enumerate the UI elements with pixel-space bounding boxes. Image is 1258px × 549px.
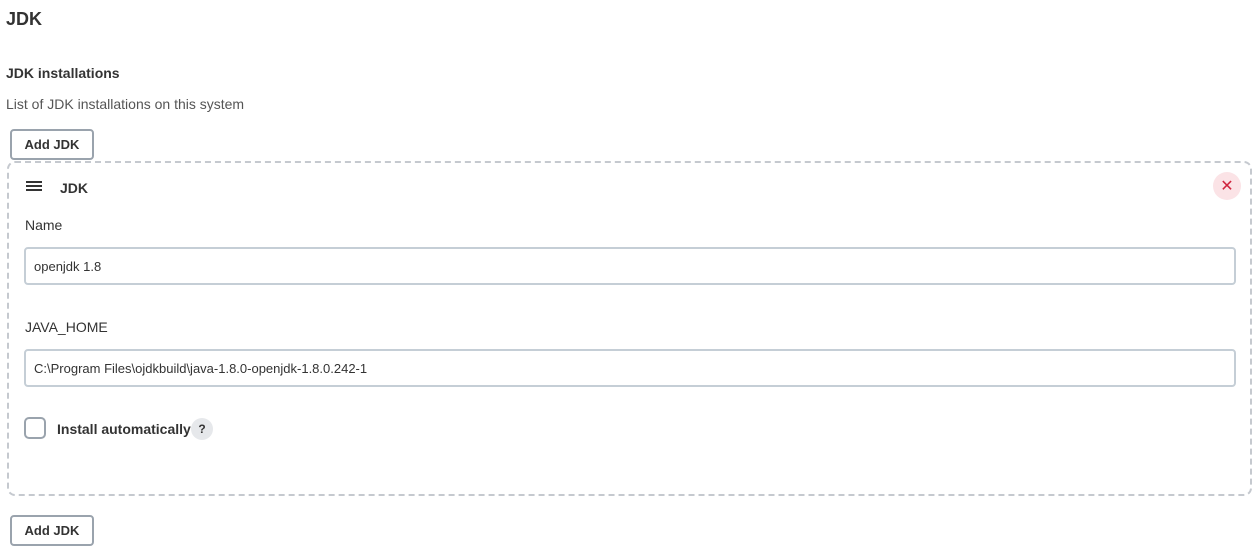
help-icon[interactable]: ? <box>191 418 213 440</box>
name-label: Name <box>25 217 63 233</box>
install-automatically-checkbox[interactable] <box>24 417 46 439</box>
delete-jdk-button[interactable]: ✕ <box>1213 172 1241 200</box>
install-automatically-label[interactable]: Install automatically <box>57 421 191 437</box>
jdk-installation-item: JDK ✕ Name JAVA_HOME Install automatical… <box>7 161 1252 496</box>
java-home-label: JAVA_HOME <box>25 319 108 335</box>
drag-handle-icon[interactable] <box>26 181 42 193</box>
name-input[interactable] <box>24 247 1236 285</box>
add-jdk-button-top[interactable]: Add JDK <box>10 129 94 160</box>
jdk-config-page: JDK JDK installations List of JDK instal… <box>0 0 1258 549</box>
jdk-item-header: JDK <box>60 180 89 196</box>
jdk-installations-description: List of JDK installations on this system <box>6 96 245 112</box>
add-jdk-button-bottom[interactable]: Add JDK <box>10 515 94 546</box>
section-title: JDK <box>6 9 43 29</box>
jdk-installations-title: JDK installations <box>6 65 120 81</box>
java-home-input[interactable] <box>24 349 1236 387</box>
close-icon: ✕ <box>1220 176 1234 195</box>
